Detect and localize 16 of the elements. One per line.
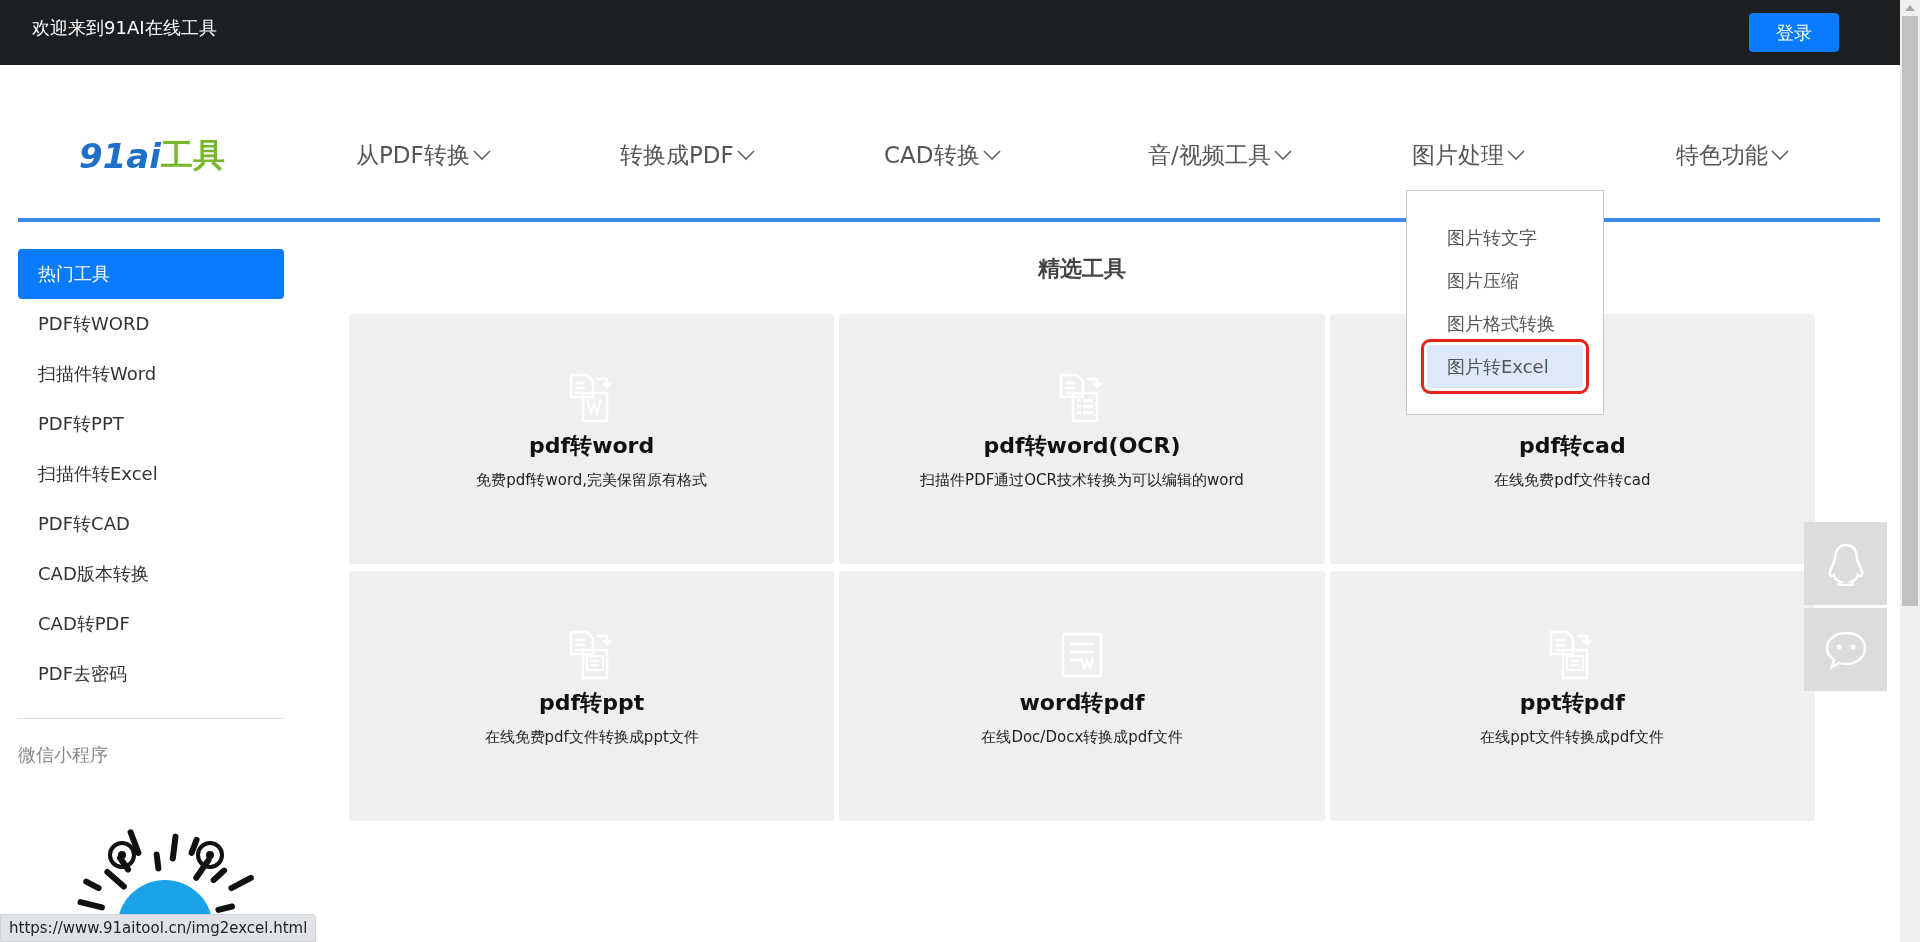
section-heading: 精选工具	[1038, 256, 1126, 281]
section-title: 微信小程序	[18, 743, 109, 767]
card-title: pdf转word(OCR)	[983, 432, 1181, 460]
status-url: https://www.91aitool.cn/img2excel.html	[0, 914, 317, 942]
card-title: pdf转ppt	[539, 689, 645, 717]
card-description: 在线ppt文件转换成pdf文件	[1480, 727, 1665, 748]
card-title: ppt转pdf	[1519, 689, 1625, 717]
card-description: 免费pdf转word,完美保留原有格式	[476, 470, 708, 491]
card-title: pdf转cad	[1518, 432, 1626, 460]
card-description: 扫描件PDF通过OCR技术转换为可以编辑的word	[920, 470, 1244, 491]
card-description: 在线Doc/Docx转换成pdf文件	[981, 727, 1183, 748]
card-title: pdf转word	[529, 432, 655, 460]
welcome-text: 欢迎来到91AI在线工具	[32, 15, 217, 40]
card-description: 在线免费pdf文件转cad	[1494, 470, 1651, 491]
card-description: 在线免费pdf文件转换成ppt文件	[484, 727, 699, 748]
card-title: word转pdf	[1019, 689, 1145, 717]
